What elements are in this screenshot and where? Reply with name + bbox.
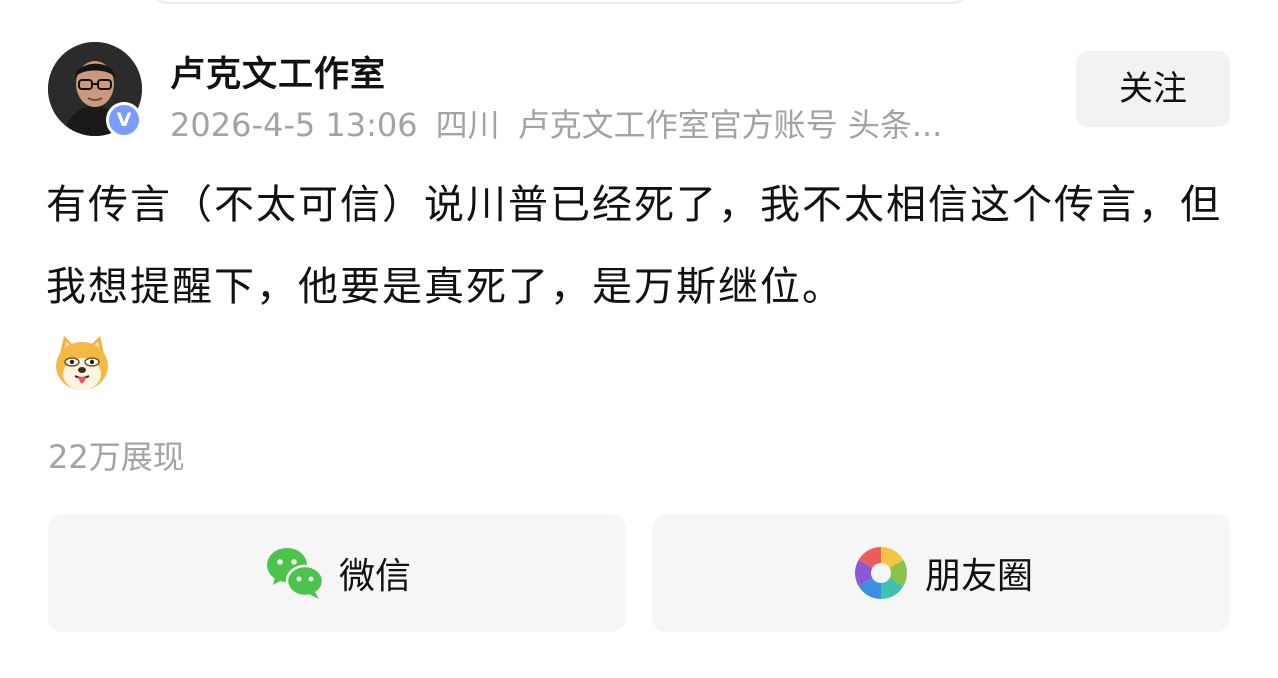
author-description: 卢克文工作室官方账号 头条... bbox=[517, 106, 943, 144]
wechat-icon bbox=[266, 548, 325, 599]
follow-button[interactable]: 关注 bbox=[1076, 51, 1230, 127]
share-wechat-button[interactable]: 微信 bbox=[48, 514, 626, 632]
post-timestamp: 2026-4-5 13:06 bbox=[170, 106, 418, 144]
post-meta: 2026-4-5 13:06 四川 卢克文工作室官方账号 头条... bbox=[170, 100, 1030, 146]
verified-badge-icon: V bbox=[106, 102, 142, 138]
share-moments-button[interactable]: 朋友圈 bbox=[652, 514, 1230, 632]
post-header: V 卢克文工作室 2026-4-5 13:06 四川 卢克文工作室官方账号 头条..… bbox=[48, 42, 1230, 144]
post-text: 有传言（不太可信）说川普已经死了，我不太相信这个传言，但我想提醒下，他要是真死了… bbox=[46, 182, 1222, 310]
dog-tongue-emoji-icon bbox=[56, 336, 108, 390]
share-moments-label: 朋友圈 bbox=[924, 556, 1033, 597]
top-sheet-edge bbox=[150, 0, 970, 4]
author-name[interactable]: 卢克文工作室 bbox=[170, 46, 386, 97]
moments-icon bbox=[855, 547, 907, 599]
share-wechat-label: 微信 bbox=[338, 556, 411, 597]
view-count: 22万展现 bbox=[48, 438, 185, 476]
post-location: 四川 bbox=[435, 106, 500, 144]
